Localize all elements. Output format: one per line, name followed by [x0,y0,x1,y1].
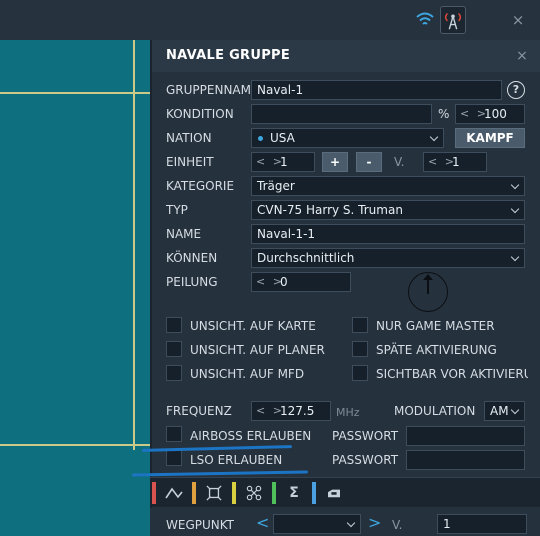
radio-tower-button[interactable] [440,6,466,34]
remove-unit-button[interactable]: - [356,152,382,172]
airboss-label: AIRBOSS ERLAUBEN [190,429,312,443]
unsicht-mfd-label: UNSICHT. AUF MFD [190,367,305,381]
tab-color-marker [152,482,156,504]
naval-group-panel: NAVALE GRUPPE × GRUPPENNAME Naval-1 ? KO… [150,40,540,536]
peilung-label: PEILUNG [166,275,218,289]
tab-color-marker [312,482,316,504]
unsicht-mfd-checkbox[interactable] [166,365,182,381]
name-input[interactable]: Naval-1-1 [251,224,525,244]
payload-icon[interactable] [317,482,351,504]
kategorie-label: KATEGORIE [166,179,235,193]
wegpunkt-v-input[interactable]: 1 [437,514,527,534]
einheit-value: 1 [280,155,288,169]
frequenz-spinner[interactable]: < > 127.5 [251,401,331,421]
unsicht-planer-checkbox[interactable] [166,341,182,357]
modulation-label: MODULATION [394,404,476,418]
drone-icon[interactable] [237,482,271,504]
unsicht-planer-label: UNSICHT. AUF PLANER [190,343,325,357]
einheit-spinner[interactable]: < > 1 [251,152,315,172]
map-view[interactable] [0,40,150,536]
tab-color-marker [192,482,196,504]
add-unit-button[interactable]: + [322,152,348,172]
einheit-v-value: 1 [452,155,460,169]
map-grid-line [133,40,135,450]
einheit-v-spinner[interactable]: < > 1 [423,152,487,172]
tab-color-marker [272,482,276,504]
frequenz-label: FREQUENZ [166,404,232,418]
lso-password-input[interactable] [406,450,525,470]
wifi-icon[interactable] [416,12,434,28]
target-icon[interactable] [197,482,231,504]
airboss-checkbox[interactable] [166,426,182,442]
airboss-password-label: PASSWORT [332,429,399,443]
heading-arrow-icon [423,274,433,280]
frequenz-value: 127.5 [280,404,315,418]
koennen-label: KÖNNEN [166,251,218,265]
prev-waypoint-icon[interactable]: < [256,513,269,532]
bottom-tab-bar: Σ [150,477,540,507]
kondition-spinner[interactable]: < > 100 [455,104,525,124]
einheit-label: EINHEIT [166,155,214,169]
unsicht-karte-label: UNSICHT. AUF KARTE [190,319,316,333]
waypoint-select[interactable] [273,514,361,534]
kondition-label: KONDITION [166,107,234,121]
spaete-label: SPÄTE AKTIVIERUNG [376,343,497,357]
kategorie-select[interactable]: Träger [251,176,525,196]
route-icon[interactable] [157,482,191,504]
panel-header: NAVALE GRUPPE × [152,40,540,72]
help-button[interactable]: ? [507,81,525,99]
gruppenname-input[interactable]: Naval-1 [251,80,502,100]
map-grid-line [0,444,150,446]
typ-label: TYP [166,203,188,217]
frequenz-unit: MHz [336,406,360,419]
koennen-select[interactable]: Durchschnittlich [251,248,525,268]
tab-color-marker [232,482,236,504]
panel-title: NAVALE GRUPPE [166,48,291,63]
window-close-button[interactable]: × [510,10,526,30]
kampf-button[interactable]: KAMPF [455,128,525,148]
nation-dot-icon [258,136,263,141]
percent-label: % [438,107,450,121]
waypoint-bar: WEGPUNKT < > V. 1 [150,508,540,536]
kondition-spinner-value: 100 [484,107,507,121]
typ-select[interactable]: CVN-75 Harry S. Truman [251,200,525,220]
modulation-select[interactable]: AM [484,401,525,421]
radio-tower-icon [444,13,462,30]
lso-label: LSO ERLAUBEN [190,453,283,467]
unsicht-karte-checkbox[interactable] [166,317,182,333]
name-label: NAME [166,227,202,241]
map-grid-line [0,92,150,94]
nur-gm-checkbox[interactable] [352,317,368,333]
nation-value: USA [270,131,295,145]
kondition-input[interactable] [251,104,432,124]
sichtbar-vor-label: SICHTBAR VOR AKTIVIERU [376,367,528,381]
wegpunkt-label: WEGPUNKT [166,518,235,532]
next-waypoint-icon[interactable]: > [368,513,381,532]
peilung-spinner[interactable]: < > 0 [251,272,351,292]
sichtbar-vor-checkbox[interactable] [352,365,368,381]
wegpunkt-v-label: V. [392,518,403,532]
spaete-checkbox[interactable] [352,341,368,357]
airboss-password-input[interactable] [406,426,525,446]
peilung-value: 0 [280,275,288,289]
nation-select[interactable]: USA [251,128,444,148]
nation-label: NATION [166,131,212,145]
lso-password-label: PASSWORT [332,453,399,467]
nur-gm-label: NUR GAME MASTER [376,319,495,333]
sigma-icon[interactable]: Σ [277,482,311,504]
panel-close-button[interactable]: × [514,46,530,66]
lso-checkbox[interactable] [166,450,182,466]
gruppenname-label: GRUPPENNAME [166,83,259,97]
einheit-v-label: V. [394,155,405,169]
